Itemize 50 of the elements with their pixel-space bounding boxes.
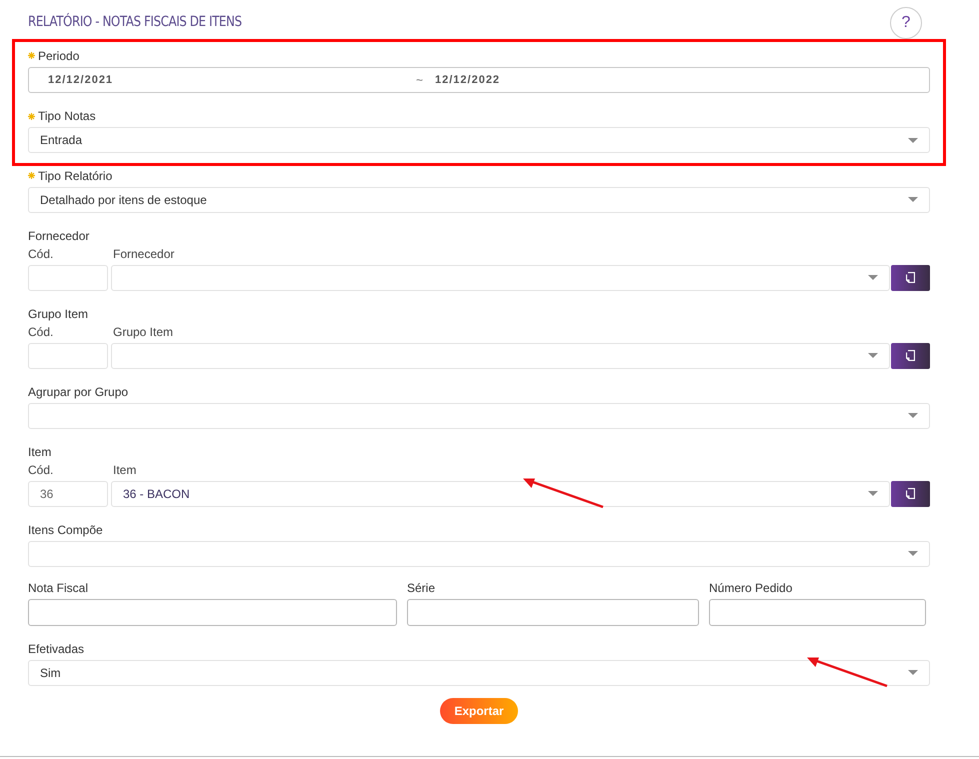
field-label: Fornecedor	[113, 246, 174, 260]
field-label: Grupo Item	[28, 306, 88, 320]
dropdown-field[interactable]	[111, 264, 890, 290]
field-label: Tipo Notas	[38, 109, 96, 123]
caret-icon	[908, 197, 918, 202]
field-label: Cód.	[28, 246, 54, 260]
field-label: Agrupar por Grupo	[28, 384, 128, 398]
dropdown-field[interactable]	[28, 402, 930, 428]
field-label: Cód.	[28, 462, 54, 476]
dropdown-field[interactable]: Sim	[28, 660, 930, 686]
field-label: Item	[113, 462, 136, 476]
help-button[interactable]: ?	[890, 7, 922, 39]
field-label: Nota Fiscal	[28, 580, 88, 594]
caret-icon	[908, 413, 918, 418]
field-label: Número Pedido	[709, 580, 792, 594]
lookup-button[interactable]	[891, 342, 930, 368]
caret-icon	[868, 353, 878, 358]
code-field[interactable]	[28, 264, 108, 290]
document-icon	[906, 488, 915, 499]
document-icon	[906, 350, 915, 361]
dropdown-field[interactable]: 36 - BACON	[111, 480, 890, 506]
field-label: Itens Compõe	[28, 522, 103, 536]
caret-icon	[868, 275, 878, 280]
lookup-button[interactable]	[891, 480, 930, 506]
field-label: Efetivadas	[28, 642, 84, 656]
text-input[interactable]	[28, 598, 397, 626]
lookup-button[interactable]	[891, 264, 930, 290]
code-field[interactable]	[28, 342, 108, 368]
text-input[interactable]	[709, 598, 926, 626]
page-title: RELATÓRIO - NOTAS FISCAIS DE ITENS	[28, 12, 242, 32]
field-label: Série	[407, 580, 436, 594]
caret-icon	[868, 491, 878, 496]
dropdown-field[interactable]	[111, 342, 890, 368]
dropdown-field[interactable]: Detalhado por itens de estoque	[28, 186, 930, 212]
field-label: Tipo Relatório	[38, 168, 112, 182]
code-field[interactable]: 36	[28, 480, 108, 506]
field-label: Cód.	[28, 324, 54, 338]
field-label: Grupo Item	[113, 324, 174, 338]
field-label: Item	[28, 444, 52, 458]
range-separator: ~	[416, 72, 423, 86]
caret-icon	[908, 138, 918, 142]
caret-icon	[908, 670, 918, 675]
text-input[interactable]	[407, 598, 699, 626]
dropdown-field[interactable]	[28, 540, 930, 566]
date-range-field[interactable]: 12/12/2021 ~ 12/12/2022	[28, 66, 930, 92]
field-label: Fornecedor	[28, 228, 90, 242]
field-label: Periodo	[38, 48, 80, 62]
caret-icon	[908, 551, 918, 556]
document-icon	[906, 272, 915, 283]
dropdown-field[interactable]: Entrada	[28, 127, 930, 153]
